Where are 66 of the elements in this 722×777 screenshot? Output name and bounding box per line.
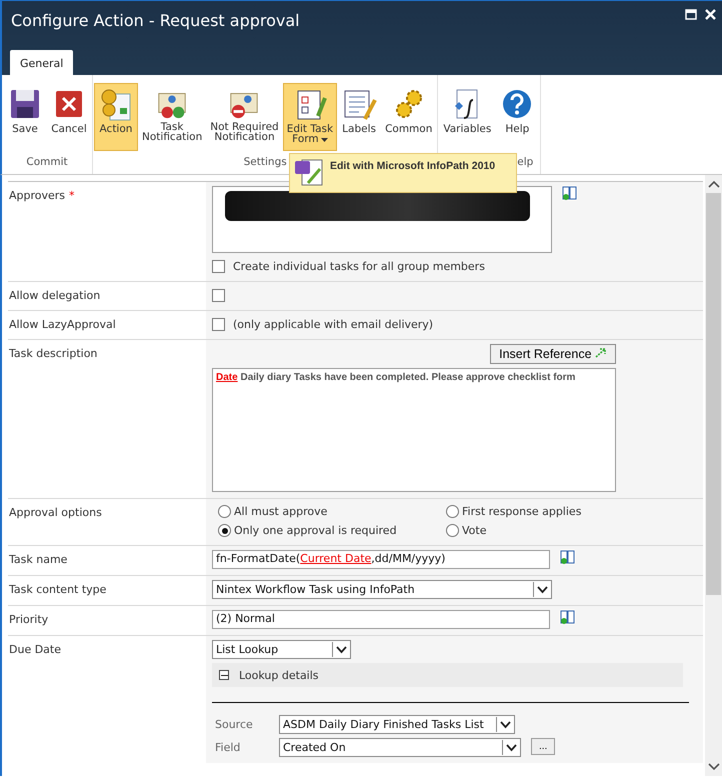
checkbox[interactable] <box>212 260 225 272</box>
field-label: Approval options <box>9 506 102 519</box>
collapse-toggle[interactable] <box>219 670 229 680</box>
lookup-dropdown[interactable]: Created On <box>279 738 521 757</box>
ribbon-tab[interactable]: General <box>10 50 74 75</box>
field-label: Allow delegation <box>9 289 100 302</box>
description-field[interactable]: Date Daily diary Tasks have been completed. Please approve checklist form <box>212 368 616 492</box>
field-label: Allow LazyApproval <box>9 318 116 331</box>
radio-label: Vote <box>462 524 486 537</box>
text-field[interactable]: (2) Normal <box>212 610 550 629</box>
radio-button[interactable] <box>218 505 231 518</box>
caret-icon <box>537 586 548 594</box>
lookup-book-icon[interactable] <box>560 610 576 624</box>
content-type-dropdown[interactable]: Nintex Workflow Task using InfoPath <box>212 580 552 599</box>
scrollbar[interactable] <box>705 175 722 776</box>
ribbon-button[interactable]: Not Required Notification <box>206 83 283 145</box>
group-label: Settings <box>244 156 287 168</box>
insert-reference-button[interactable]: Insert Reference <box>490 344 616 364</box>
checkbox-label: (only applicable with email delivery) <box>233 318 434 330</box>
caret-icon <box>500 720 511 728</box>
maximize-icon[interactable] <box>685 9 697 20</box>
group-label: elp <box>517 156 534 168</box>
field-label: Task content type <box>9 583 106 596</box>
lookup-field-label: Field <box>215 741 242 754</box>
radio-button[interactable] <box>446 524 459 537</box>
radio-button[interactable] <box>218 524 231 537</box>
radio-label: First response applies <box>462 505 582 518</box>
field-label: Approvers <box>9 189 66 202</box>
form-icon <box>294 157 324 187</box>
radio-label: Only one approval is required <box>234 524 397 537</box>
group-label: Commit <box>26 156 68 168</box>
field-label: Priority <box>9 613 48 626</box>
caret-icon <box>336 646 347 654</box>
ribbon-button[interactable]: Task Notification <box>138 83 206 145</box>
scrollbar-thumb[interactable] <box>706 193 721 595</box>
radio-button[interactable] <box>446 505 459 518</box>
checkbox-label: Create individual tasks for all group members <box>233 260 485 272</box>
required-mark: * <box>69 189 75 202</box>
field-label: Due Date <box>9 643 61 656</box>
window-title: Configure Action - Request approval <box>11 11 300 30</box>
ribbon-button[interactable]: Cancel <box>47 83 91 145</box>
lookup-details-label: Lookup details <box>239 668 319 682</box>
checkbox[interactable] <box>212 288 225 302</box>
people-field[interactable] <box>212 186 552 253</box>
radio-label: All must approve <box>234 505 328 518</box>
ribbon-button[interactable]: Help <box>495 83 540 145</box>
ribbon-button[interactable]: Action <box>94 83 138 151</box>
lookup-book-icon[interactable] <box>562 186 578 200</box>
due-date-dropdown[interactable]: List Lookup <box>212 640 351 659</box>
close-icon[interactable] <box>705 9 716 20</box>
field-label: Task name <box>9 553 68 566</box>
field-label: Task description <box>9 347 98 360</box>
checkbox[interactable] <box>212 318 225 330</box>
ribbon-button[interactable]: Edit Task Form <box>282 83 338 151</box>
ribbon-button[interactable]: Labels <box>337 83 382 145</box>
arrow-icon <box>595 348 607 358</box>
lookup-book-icon[interactable] <box>560 550 576 564</box>
ribbon-button[interactable]: Save <box>3 83 47 145</box>
lookup-field-label: Source <box>215 718 254 731</box>
lookup-dropdown[interactable]: ASDM Daily Diary Finished Tasks List <box>279 715 515 734</box>
text-field[interactable]: fn-FormatDate(Current Date,dd/MM/yyyy) <box>212 550 550 569</box>
ribbon-button[interactable]: Common <box>381 83 436 145</box>
caret-icon <box>506 744 517 752</box>
menu-item[interactable]: Edit with Microsoft InfoPath 2010 <box>290 154 516 190</box>
ribbon-button[interactable]: Variables <box>439 83 496 145</box>
browse-button[interactable]: ... <box>531 738 556 755</box>
